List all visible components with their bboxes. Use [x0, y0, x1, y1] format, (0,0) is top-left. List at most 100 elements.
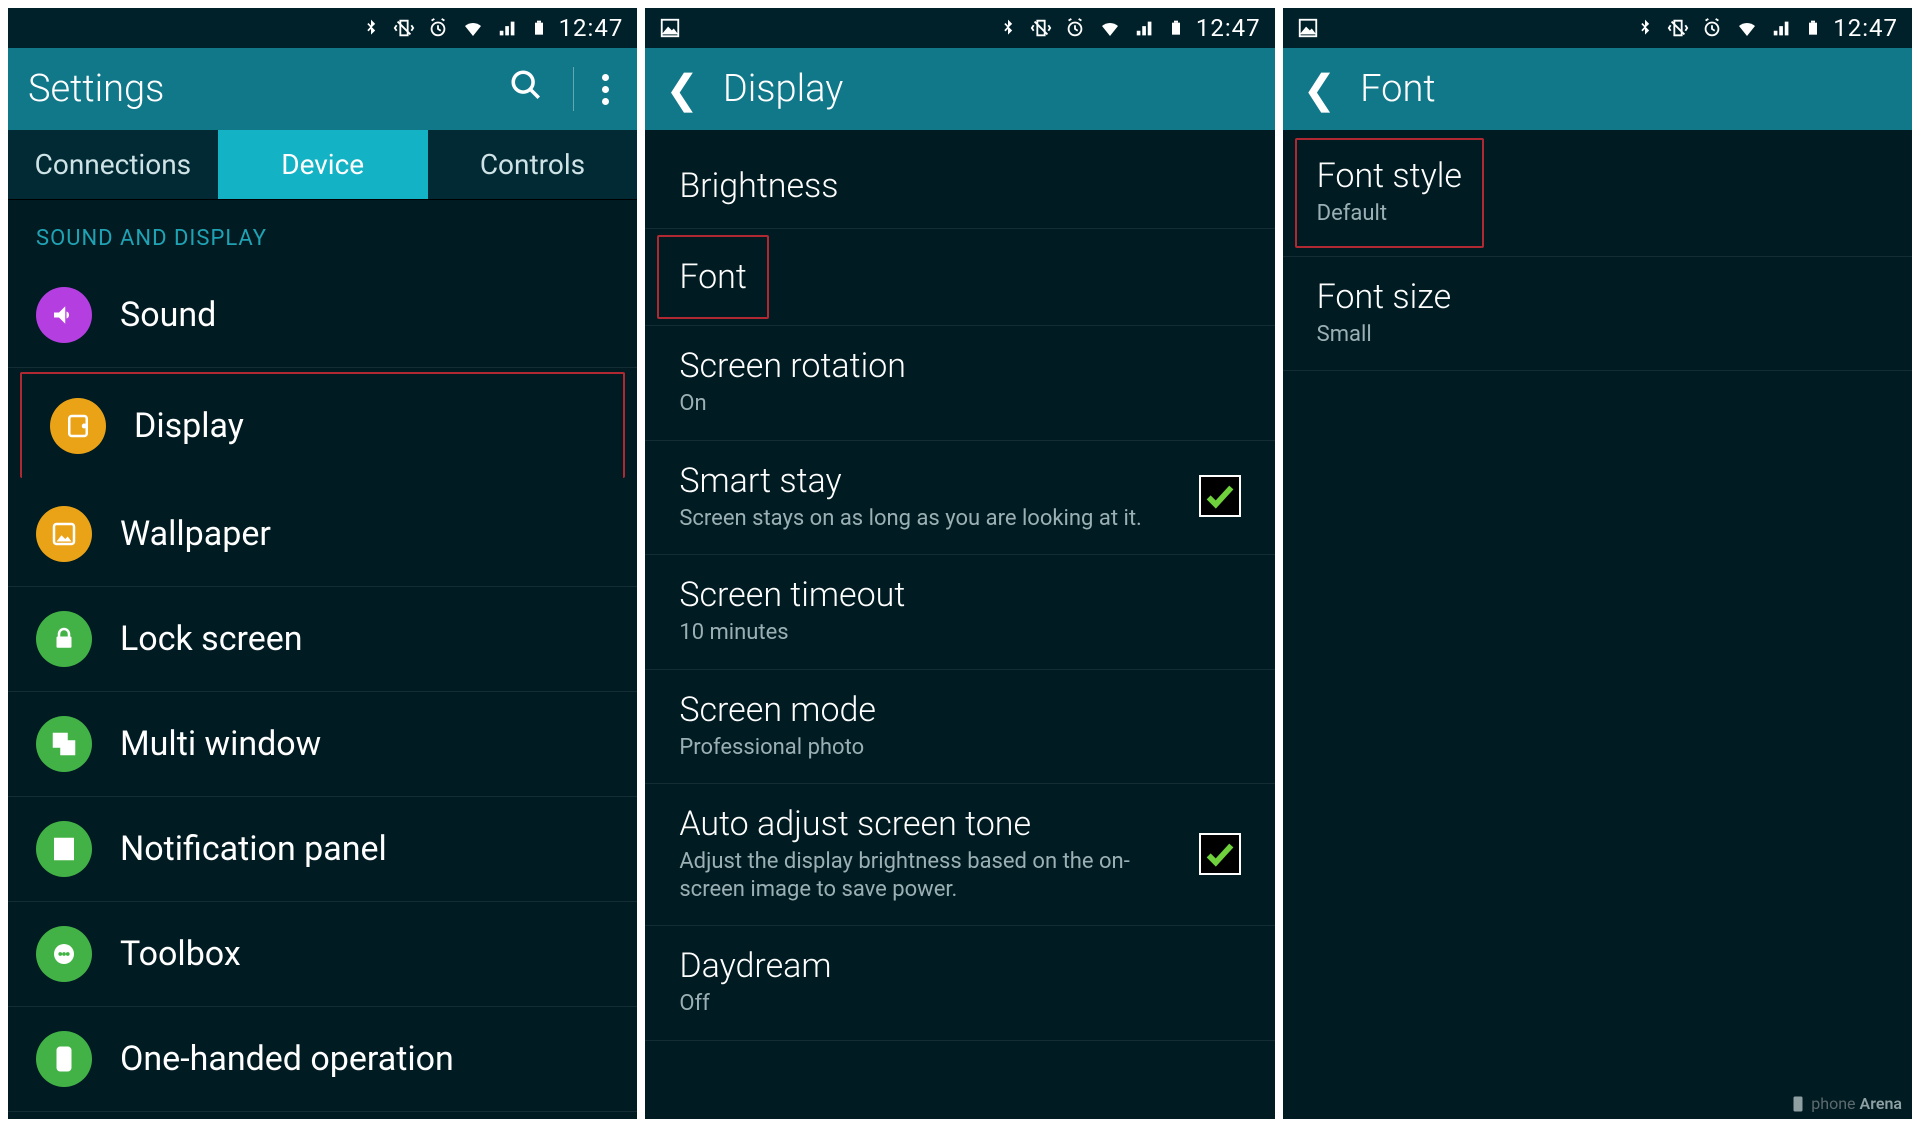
bluetooth-icon [1635, 18, 1655, 38]
alarm-icon [1701, 17, 1723, 39]
item-label: Display [134, 406, 244, 446]
item-label: One-handed operation [120, 1039, 454, 1079]
status-time: 12:47 [559, 14, 624, 42]
wifi-icon [1098, 16, 1122, 40]
page-title: Display [723, 67, 1255, 111]
onehanded-icon [36, 1031, 92, 1087]
row-sub: 10 minutes [679, 619, 1240, 647]
alarm-icon [1064, 17, 1086, 39]
row-title: Daydream [679, 946, 1240, 986]
checkbox-autoadjust[interactable] [1199, 833, 1241, 875]
item-label: Lock screen [120, 619, 303, 659]
section-personalisation: PERSONALISATION [8, 1112, 637, 1119]
row-fontsize[interactable]: Font size Small [1283, 257, 1912, 372]
screen-display: 12:47 ❮ Display Brightness Font Screen r… [645, 8, 1274, 1119]
row-sub: Small [1317, 321, 1878, 349]
display-icon [50, 398, 106, 454]
row-sub: Screen stays on as long as you are looki… [679, 505, 1182, 533]
back-icon[interactable]: ❮ [1303, 66, 1337, 113]
vibrate-icon [1667, 17, 1689, 39]
status-bar: 12:47 [645, 8, 1274, 48]
battery-icon [531, 16, 547, 40]
item-toolbox[interactable]: Toolbox [8, 902, 637, 1007]
row-title: Auto adjust screen tone [679, 804, 1182, 844]
status-bar: 12:47 [8, 8, 637, 48]
item-label: Notification panel [120, 829, 387, 869]
wifi-icon [1735, 16, 1759, 40]
row-sub: Professional photo [679, 734, 1240, 762]
row-title: Screen mode [679, 690, 1240, 730]
row-font[interactable]: Font [645, 229, 1274, 326]
bluetooth-icon [361, 18, 381, 38]
font-settings-list[interactable]: Font style Default Font size Small [1283, 130, 1912, 1119]
row-title: Font size [1317, 277, 1878, 317]
image-icon [659, 17, 681, 39]
row-autoadjust[interactable]: Auto adjust screen tone Adjust the displ… [645, 784, 1274, 926]
page-title: Settings [28, 67, 479, 111]
tab-device[interactable]: Device [218, 130, 428, 199]
lock-icon [36, 611, 92, 667]
row-screentimeout[interactable]: Screen timeout 10 minutes [645, 555, 1274, 670]
overflow-menu-icon[interactable] [594, 74, 617, 105]
back-icon[interactable]: ❮ [665, 66, 699, 113]
display-settings-list[interactable]: Brightness Font Screen rotation On Smart… [645, 130, 1274, 1119]
item-lockscreen[interactable]: Lock screen [8, 587, 637, 692]
row-screenrotation[interactable]: Screen rotation On [645, 326, 1274, 441]
item-wallpaper[interactable]: Wallpaper [8, 482, 637, 587]
row-sub: Off [679, 990, 1240, 1018]
row-title: Smart stay [679, 461, 1182, 501]
row-fontstyle[interactable]: Font style Default [1283, 130, 1912, 257]
status-time: 12:47 [1196, 14, 1261, 42]
tab-controls[interactable]: Controls [428, 130, 638, 199]
signal-icon [1771, 17, 1793, 39]
item-label: Sound [120, 295, 216, 335]
status-bar: 12:47 [1283, 8, 1912, 48]
vibrate-icon [393, 17, 415, 39]
wallpaper-icon [36, 506, 92, 562]
item-display[interactable]: Display [20, 372, 625, 478]
row-sub: Adjust the display brightness based on t… [679, 848, 1182, 903]
screen-font: 12:47 ❮ Font Font style Default Font siz… [1283, 8, 1912, 1119]
sound-icon [36, 287, 92, 343]
alarm-icon [427, 17, 449, 39]
image-icon [1297, 17, 1319, 39]
row-brightness[interactable]: Brightness [645, 146, 1274, 229]
row-title: Font [679, 257, 746, 297]
battery-icon [1168, 16, 1184, 40]
watermark-prefix: phone [1811, 1094, 1855, 1113]
watermark-suffix: Arena [1860, 1094, 1902, 1113]
app-bar: Settings [8, 48, 637, 130]
bluetooth-icon [998, 18, 1018, 38]
row-screenmode[interactable]: Screen mode Professional photo [645, 670, 1274, 785]
item-onehanded[interactable]: One-handed operation [8, 1007, 637, 1112]
app-bar: ❮ Display [645, 48, 1274, 130]
signal-icon [1134, 17, 1156, 39]
multiwindow-icon [36, 716, 92, 772]
signal-icon [497, 17, 519, 39]
item-sound[interactable]: Sound [8, 263, 637, 368]
row-daydream[interactable]: Daydream Off [645, 926, 1274, 1041]
item-multiwindow[interactable]: Multi window [8, 692, 637, 797]
row-title: Font style [1317, 156, 1462, 196]
notification-panel-icon [36, 821, 92, 877]
row-smartstay[interactable]: Smart stay Screen stays on as long as yo… [645, 441, 1274, 556]
row-title: Brightness [679, 166, 1240, 206]
item-label: Multi window [120, 724, 321, 764]
item-label: Wallpaper [120, 514, 271, 554]
checkbox-smartstay[interactable] [1199, 475, 1241, 517]
search-icon[interactable] [499, 68, 553, 110]
section-sound-display: SOUND AND DISPLAY [8, 200, 637, 263]
screen-settings: 12:47 Settings Connections Device Contro… [8, 8, 637, 1119]
battery-icon [1805, 16, 1821, 40]
row-title: Screen timeout [679, 575, 1240, 615]
item-notificationpanel[interactable]: Notification panel [8, 797, 637, 902]
tab-connections[interactable]: Connections [8, 130, 218, 199]
watermark: phone Arena [1789, 1094, 1902, 1113]
tabs: Connections Device Controls [8, 130, 637, 200]
toolbox-icon [36, 926, 92, 982]
separator [573, 67, 574, 111]
settings-list[interactable]: SOUND AND DISPLAY Sound Display Wallpape… [8, 200, 637, 1119]
app-bar: ❮ Font [1283, 48, 1912, 130]
wifi-icon [461, 16, 485, 40]
item-label: Toolbox [120, 934, 241, 974]
